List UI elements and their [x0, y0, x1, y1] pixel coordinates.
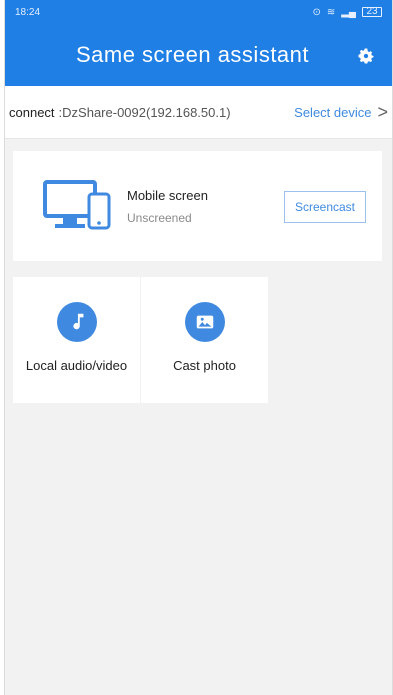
app-window: 18:24 ⊙ ≋ ▂▄ 23 Same screen assistant co… — [4, 0, 393, 695]
music-note-icon — [56, 302, 97, 342]
select-device-link[interactable]: Select device — [294, 105, 371, 120]
monitor-phone-icon — [43, 180, 111, 230]
screen-info: Mobile screen Unscreened — [127, 188, 208, 225]
status-icons: ⊙ ≋ ▂▄ 23 — [312, 7, 382, 18]
wifi-icon: ≋ — [326, 6, 336, 18]
screen-title: Mobile screen — [127, 187, 208, 203]
page-title: Same screen assistant — [75, 42, 310, 67]
connect-label: connect — [9, 104, 55, 120]
alarm-icon: ⊙ — [312, 6, 321, 18]
battery-icon: 23 — [362, 7, 382, 17]
image-icon — [184, 302, 225, 342]
gear-icon[interactable] — [356, 46, 376, 66]
tile-cast-photo[interactable]: Cast photo — [141, 277, 268, 403]
signal-icon: ▂▄ — [341, 6, 356, 18]
tile-label: Local audio/video — [25, 358, 128, 373]
connected-device-name: :DzShare-0092(192.168.50.1) — [58, 104, 231, 120]
tile-local-audio-video[interactable]: Local audio/video — [13, 277, 140, 403]
chevron-right-icon[interactable]: > — [377, 103, 388, 121]
mobile-screen-card: Mobile screen Unscreened Screencast — [13, 151, 382, 261]
screencast-button[interactable]: Screencast — [284, 191, 366, 223]
screen-status: Unscreened — [127, 210, 192, 225]
status-time: 18:24 — [15, 6, 41, 18]
status-bar: 18:24 ⊙ ≋ ▂▄ 23 — [5, 0, 392, 24]
connection-bar[interactable]: connect :DzShare-0092(192.168.50.1) Sele… — [5, 86, 392, 139]
app-header: 18:24 ⊙ ≋ ▂▄ 23 Same screen assistant — [5, 0, 392, 86]
tile-label: Cast photo — [173, 358, 236, 373]
feature-tiles: Local audio/video Cast photo — [13, 277, 392, 403]
title-row: Same screen assistant — [5, 24, 392, 86]
